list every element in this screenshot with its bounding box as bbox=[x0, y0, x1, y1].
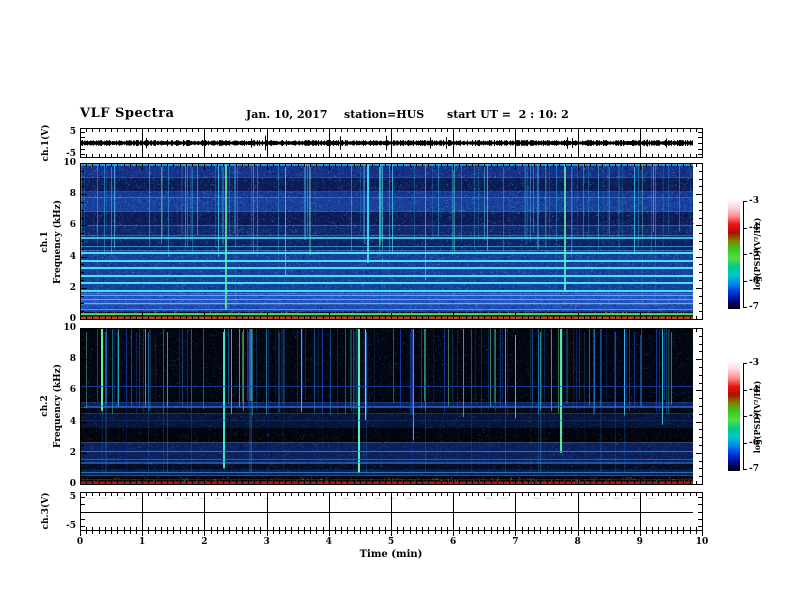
volt-tick-label-ch3: 5 bbox=[69, 491, 76, 502]
volt-tick-label-ch1v: -5 bbox=[66, 149, 76, 160]
freq-tick-label-sp1: 6 bbox=[69, 220, 76, 231]
header-station: station=HUS bbox=[344, 108, 425, 121]
colorbar-tick-label: -6 bbox=[749, 437, 759, 448]
colorbar-tick bbox=[743, 307, 747, 308]
volt-tick-label-ch1v: 5 bbox=[69, 126, 76, 137]
colorbar-tick bbox=[743, 363, 747, 364]
x-tick-label: 8 bbox=[574, 537, 581, 547]
freq-tick-label-sp1: 2 bbox=[69, 282, 76, 293]
colorbar-tick-label: -7 bbox=[749, 464, 759, 474]
ch2-frequency-axis-label: Frequency (kHz) bbox=[53, 363, 63, 449]
colorbar-tick-label: -5 bbox=[749, 249, 759, 259]
colorbar-2-gradient bbox=[728, 361, 740, 471]
colorbar-tick-label: -7 bbox=[749, 302, 759, 312]
header-start-ut: start UT = 2 : 10: 2 bbox=[447, 108, 569, 121]
freq-tick-label-sp2: 10 bbox=[63, 323, 76, 333]
colorbar-tick bbox=[743, 469, 747, 470]
x-tick-label: 5 bbox=[387, 537, 395, 547]
freq-tick-label-sp1: 8 bbox=[69, 189, 76, 200]
ch2-spectrogram-canvas bbox=[80, 328, 703, 485]
x-tick-label: 7 bbox=[512, 537, 519, 547]
x-tick-label: 4 bbox=[325, 537, 332, 547]
ch3-voltage-canvas bbox=[80, 492, 703, 531]
freq-tick-label-sp1: 10 bbox=[63, 158, 76, 168]
x-tick-label: 2 bbox=[201, 537, 208, 547]
x-tick-label: 10 bbox=[695, 537, 709, 547]
colorbar-1-gradient bbox=[728, 199, 740, 309]
time-axis-label: Time (min) bbox=[359, 549, 423, 560]
freq-tick-label-sp2: 2 bbox=[69, 447, 76, 458]
x-tick-label: 1 bbox=[139, 537, 146, 547]
freq-tick-label-sp2: 4 bbox=[69, 416, 76, 427]
colorbar-tick bbox=[743, 201, 747, 202]
freq-tick-label-sp1: 4 bbox=[69, 251, 76, 262]
colorbar-tick-label: -6 bbox=[749, 275, 759, 286]
ch1-frequency-axis-label: Frequency (kHz) bbox=[53, 199, 63, 285]
ch1-voltage-canvas bbox=[80, 128, 703, 158]
header-date: Jan. 10, 2017 bbox=[246, 108, 328, 121]
ch1-spectrogram-canvas bbox=[80, 163, 703, 320]
freq-tick-label-sp2: 0 bbox=[69, 479, 76, 489]
x-tick-label: 0 bbox=[76, 537, 84, 547]
ch1-voltage-axis-label: ch.1(V) bbox=[41, 124, 51, 162]
colorbar-tick bbox=[743, 280, 747, 282]
colorbar-tick bbox=[743, 389, 747, 391]
page-title: VLF Spectra bbox=[80, 106, 175, 121]
volt-tick-label-ch3: -5 bbox=[66, 521, 76, 532]
colorbar-tick bbox=[743, 442, 747, 444]
x-tick-label: 3 bbox=[263, 537, 270, 547]
ch2-channel-label: ch.2 bbox=[40, 395, 50, 417]
freq-tick-label-sp2: 8 bbox=[69, 354, 76, 365]
freq-tick-label-sp2: 6 bbox=[69, 385, 76, 396]
colorbar-tick bbox=[743, 416, 747, 417]
colorbar-tick-label: -4 bbox=[749, 222, 759, 233]
ch1-channel-label: ch.1 bbox=[40, 231, 50, 253]
colorbar-tick bbox=[743, 227, 747, 229]
colorbar-tick-label: -3 bbox=[749, 358, 759, 368]
colorbar-tick bbox=[743, 254, 747, 255]
x-tick-label: 6 bbox=[450, 537, 457, 547]
ch3-voltage-axis-label: ch.3(V) bbox=[41, 492, 51, 530]
colorbar-tick-label: -3 bbox=[749, 196, 759, 206]
x-tick-label: 9 bbox=[636, 537, 643, 547]
vlf-spectra-screen: VLF Spectra Jan. 10, 2017 station=HUS st… bbox=[0, 0, 792, 612]
colorbar-tick-label: -5 bbox=[749, 411, 759, 421]
colorbar-tick-label: -4 bbox=[749, 384, 759, 395]
